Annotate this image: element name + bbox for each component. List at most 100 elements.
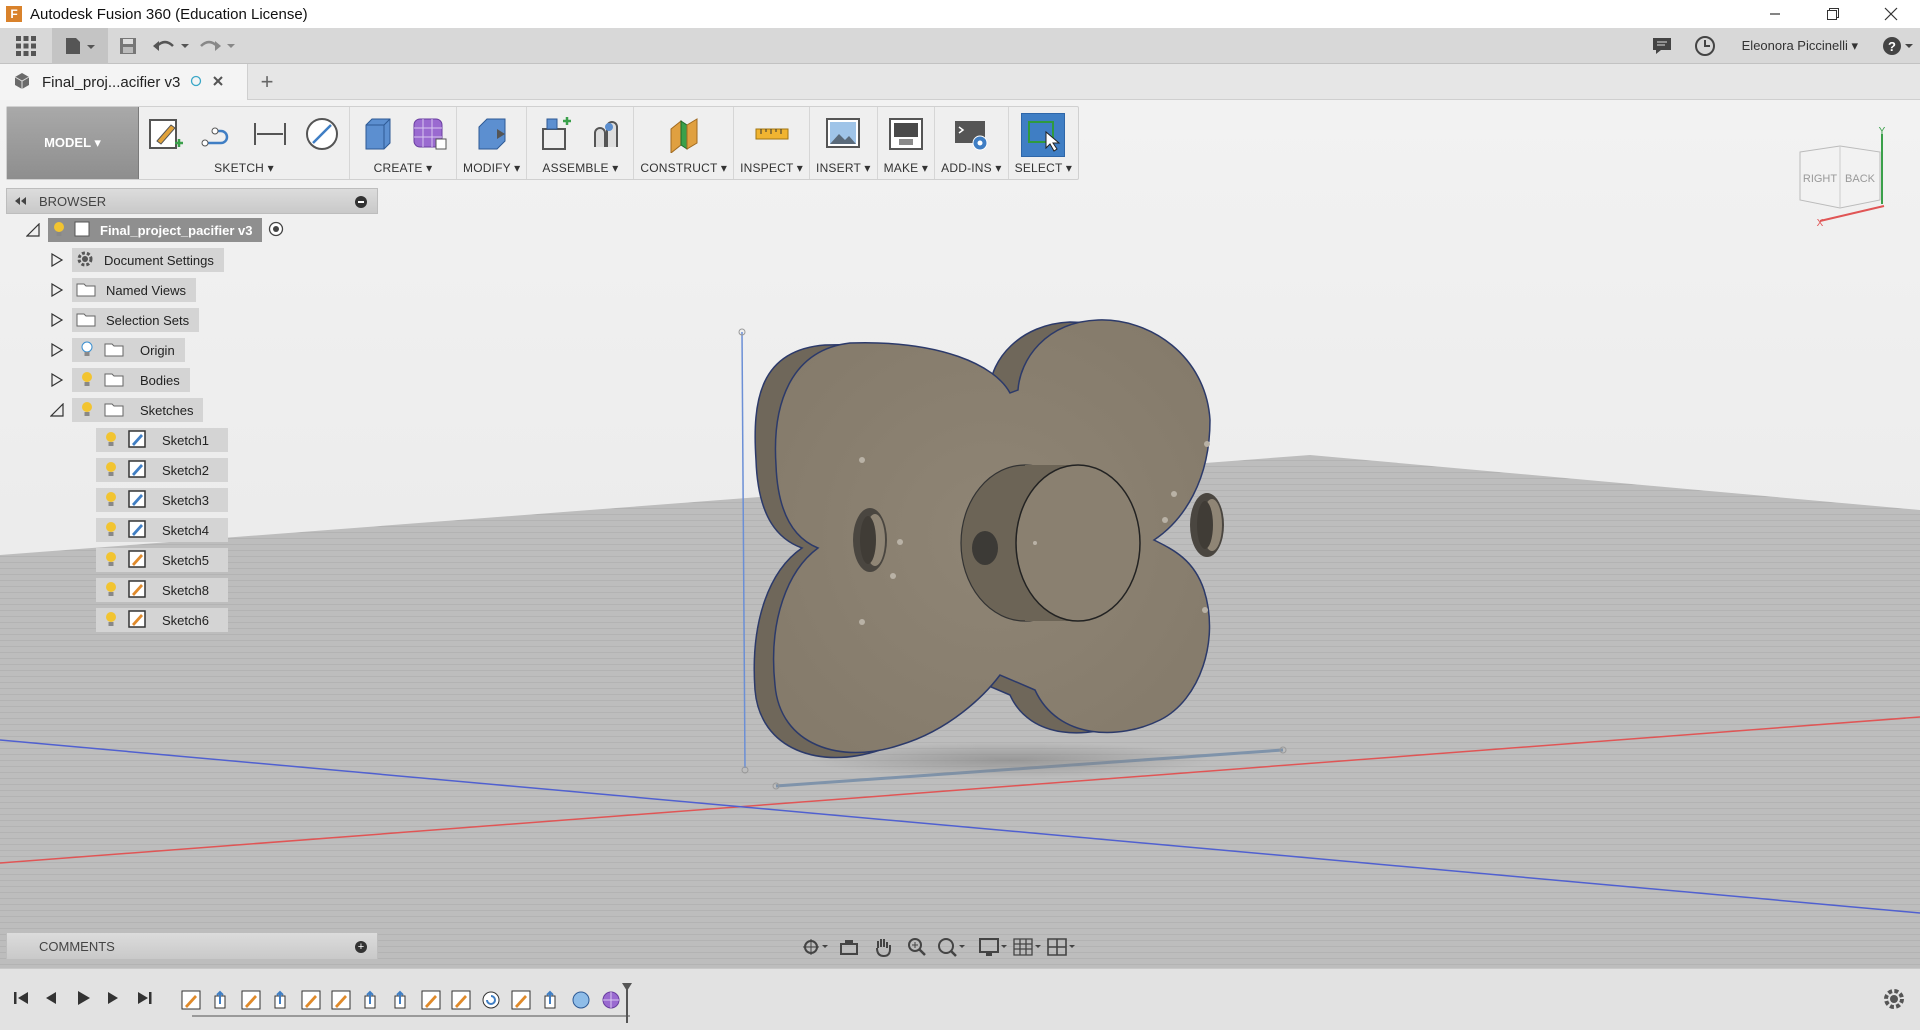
- toolbar-label-make[interactable]: MAKE ▾: [884, 161, 929, 175]
- fit-zoom-icon[interactable]: [936, 934, 966, 960]
- tree-row-sketch[interactable]: Sketch2: [96, 458, 228, 482]
- press-pull-icon[interactable]: [471, 113, 513, 155]
- collapse-arrow-icon[interactable]: [50, 403, 64, 417]
- user-account-menu[interactable]: Eleonora Piccinelli ▾: [1742, 38, 1858, 54]
- workspace-switcher[interactable]: MODEL ▾: [7, 107, 139, 179]
- tree-row-named-views[interactable]: Named Views: [50, 278, 196, 302]
- file-menu-icon[interactable]: [52, 27, 108, 64]
- view-cube[interactable]: Y RIGHT BACK X: [1792, 126, 1902, 236]
- expand-arrow-icon[interactable]: [50, 253, 64, 267]
- toolbar-label-assemble[interactable]: ASSEMBLE ▾: [542, 161, 618, 175]
- go-to-end-icon[interactable]: [134, 987, 156, 1009]
- comments-panel[interactable]: COMMENTS +: [6, 932, 378, 960]
- grid-settings-icon[interactable]: [1012, 934, 1042, 960]
- step-forward-icon[interactable]: [102, 987, 124, 1009]
- view-cube-face-right[interactable]: RIGHT: [1803, 173, 1838, 185]
- visibility-bulb-icon[interactable]: [104, 521, 118, 540]
- timeline-settings-gear-icon[interactable]: [1882, 987, 1906, 1011]
- select-icon[interactable]: [1021, 113, 1066, 157]
- toolbar-label-inspect[interactable]: INSPECT ▾: [740, 161, 803, 175]
- expand-arrow-icon[interactable]: [50, 313, 64, 327]
- redo-icon[interactable]: [194, 28, 240, 64]
- tree-row-selection-sets[interactable]: Selection Sets: [50, 308, 200, 332]
- print-3d-icon[interactable]: [885, 113, 927, 155]
- visibility-bulb-off-icon[interactable]: [80, 341, 94, 360]
- minimize-icon[interactable]: [1746, 0, 1804, 28]
- tree-node-sketch[interactable]: Sketch6: [96, 608, 228, 632]
- circle-icon[interactable]: [301, 113, 343, 155]
- timeline-sphere-feature-icon[interactable]: [570, 989, 592, 1011]
- scripts-icon[interactable]: [950, 113, 992, 155]
- dimension-icon[interactable]: [249, 113, 291, 155]
- timeline-position-marker[interactable]: [622, 983, 632, 1023]
- tree-node-sketch[interactable]: Sketch2: [96, 458, 228, 482]
- visibility-bulb-icon[interactable]: [52, 221, 66, 240]
- new-component-icon[interactable]: [533, 113, 575, 155]
- form-icon[interactable]: [408, 113, 450, 155]
- insert-image-icon[interactable]: [822, 113, 864, 155]
- activate-radio-icon[interactable]: [268, 221, 284, 240]
- timeline-revolve-feature-icon[interactable]: [480, 989, 502, 1011]
- job-status-icon[interactable]: [1682, 28, 1728, 64]
- timeline-sketch-feature-icon[interactable]: [510, 989, 532, 1011]
- visibility-bulb-icon[interactable]: [80, 371, 94, 390]
- step-back-icon[interactable]: [40, 987, 62, 1009]
- new-tab-button[interactable]: +: [254, 64, 280, 100]
- tree-node-sketch[interactable]: Sketch1: [96, 428, 228, 452]
- offset-plane-icon[interactable]: [663, 113, 705, 155]
- tree-row-sketch[interactable]: Sketch1: [96, 428, 228, 452]
- timeline-form-feature-icon[interactable]: [600, 989, 622, 1011]
- extrude-icon[interactable]: [356, 113, 398, 155]
- tree-node-origin[interactable]: Origin: [72, 338, 185, 362]
- tree-row-sketch[interactable]: Sketch6: [96, 608, 228, 632]
- zoom-icon[interactable]: [902, 934, 932, 960]
- measure-icon[interactable]: [751, 113, 793, 155]
- pan-hand-icon[interactable]: [868, 934, 898, 960]
- visibility-bulb-icon[interactable]: [104, 461, 118, 480]
- toolbar-label-sketch[interactable]: SKETCH ▾: [214, 161, 274, 175]
- toolbar-label-construct[interactable]: CONSTRUCT ▾: [640, 161, 727, 175]
- tree-node-sketches[interactable]: Sketches: [72, 398, 204, 422]
- timeline-sketch-feature-icon[interactable]: [180, 989, 202, 1011]
- timeline-extrude-feature-icon[interactable]: [390, 989, 412, 1011]
- expand-arrow-icon[interactable]: [50, 343, 64, 357]
- tree-root-node[interactable]: Final_project_pacifier v3: [48, 218, 263, 242]
- visibility-bulb-icon[interactable]: [104, 551, 118, 570]
- timeline-sketch-feature-icon[interactable]: [300, 989, 322, 1011]
- toolbar-label-create[interactable]: CREATE ▾: [374, 161, 433, 175]
- timeline-sketch-feature-icon[interactable]: [330, 989, 352, 1011]
- tree-node-sketch[interactable]: Sketch3: [96, 488, 228, 512]
- add-comment-icon[interactable]: +: [355, 941, 367, 953]
- save-icon[interactable]: [108, 28, 148, 64]
- timeline-sketch-feature-icon[interactable]: [420, 989, 442, 1011]
- viewports-icon[interactable]: [1046, 934, 1076, 960]
- tree-node-selection-sets[interactable]: Selection Sets: [72, 308, 200, 332]
- joint-icon[interactable]: [585, 113, 627, 155]
- timeline-extrude-feature-icon[interactable]: [210, 989, 232, 1011]
- browser-pin-icon[interactable]: [355, 196, 367, 208]
- restore-icon[interactable]: [1804, 0, 1862, 28]
- toolbar-label-modify[interactable]: MODIFY ▾: [463, 161, 520, 175]
- visibility-bulb-icon[interactable]: [104, 581, 118, 600]
- notifications-icon[interactable]: [1642, 28, 1682, 64]
- collapse-panel-icon[interactable]: [13, 194, 27, 209]
- expand-arrow-icon[interactable]: [50, 283, 64, 297]
- timeline-extrude-feature-icon[interactable]: [540, 989, 562, 1011]
- create-sketch-icon[interactable]: [145, 113, 187, 155]
- tree-row-sketch[interactable]: Sketch3: [96, 488, 228, 512]
- display-settings-icon[interactable]: [978, 934, 1008, 960]
- close-icon[interactable]: [1862, 0, 1920, 28]
- visibility-bulb-icon[interactable]: [80, 401, 94, 420]
- visibility-bulb-icon[interactable]: [104, 491, 118, 510]
- line-icon[interactable]: [197, 113, 239, 155]
- tree-node-document-settings[interactable]: Document Settings: [72, 248, 224, 272]
- go-to-start-icon[interactable]: [10, 987, 32, 1009]
- tree-row-sketch[interactable]: Sketch5: [96, 548, 228, 572]
- look-at-icon[interactable]: [834, 934, 864, 960]
- visibility-bulb-icon[interactable]: [104, 611, 118, 630]
- timeline-sketch-feature-icon[interactable]: [450, 989, 472, 1011]
- tree-row-bodies[interactable]: Bodies: [50, 368, 190, 392]
- toolbar-label-insert[interactable]: INSERT ▾: [816, 161, 871, 175]
- play-icon[interactable]: [72, 987, 94, 1009]
- tree-node-bodies[interactable]: Bodies: [72, 368, 190, 392]
